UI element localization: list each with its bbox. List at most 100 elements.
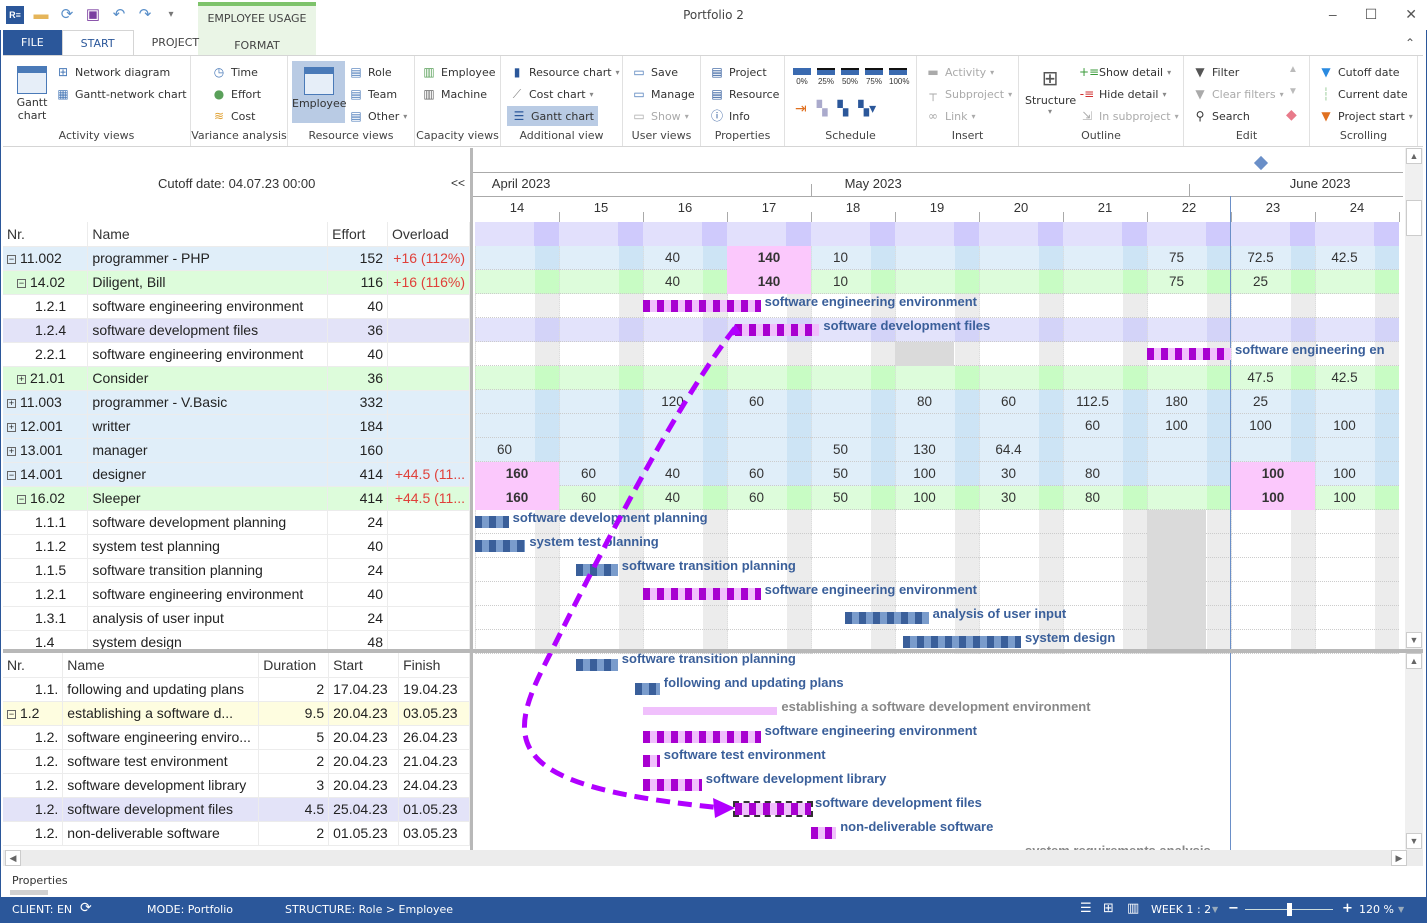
- insert-link-dropdown[interactable]: ∞ Link ▾: [925, 106, 976, 126]
- gantt-bar[interactable]: [643, 588, 761, 600]
- progress-4-button[interactable]: 100%: [889, 68, 909, 86]
- employee-view-button[interactable]: Employee: [292, 61, 346, 123]
- scroll-thumb[interactable]: [1406, 200, 1422, 236]
- manage-views-button[interactable]: ▭ Manage: [631, 84, 694, 104]
- progress-1-button[interactable]: 25%: [817, 68, 835, 86]
- role-button[interactable]: ▤ Role: [348, 62, 391, 82]
- info-button[interactable]: ⓘ Info: [709, 106, 750, 126]
- resource-row[interactable]: −14.001 designer 414 +44.5 (11...: [3, 462, 471, 487]
- resource-row[interactable]: 1.1.2 system test planning 40: [3, 534, 471, 559]
- resource-row[interactable]: −14.02 Diligent, Bill 116 +16 (116%): [3, 270, 471, 295]
- gantt-bar[interactable]: [575, 564, 618, 576]
- gantt-view-icon[interactable]: ☰: [1080, 901, 1092, 916]
- collapse-table-button[interactable]: <<: [451, 176, 465, 190]
- activity-row[interactable]: 1.1. following and updating plans 2 17.04.2…: [3, 677, 470, 702]
- scroll-up-button[interactable]: ▲: [1406, 148, 1422, 164]
- effort-button[interactable]: ● Effort: [211, 84, 261, 104]
- reschedule-options-icon[interactable]: ▚▾: [858, 100, 876, 117]
- resource-row[interactable]: 1.2.1 software engineering environment 40: [3, 582, 471, 607]
- col-nr-2[interactable]: Nr.: [3, 653, 64, 678]
- team-button[interactable]: ▤ Team: [348, 84, 397, 104]
- zoom-out-button[interactable]: −: [1228, 901, 1239, 916]
- gantt-chart-additional-button[interactable]: ☰ Gantt chart: [507, 106, 598, 126]
- collapse-ribbon-icon[interactable]: ⌃: [1405, 36, 1415, 50]
- resource-row[interactable]: −11.002 programmer - PHP 152 +16 (112%): [3, 246, 471, 271]
- time-button[interactable]: ◷ Time: [211, 62, 258, 82]
- maximize-button[interactable]: ☐: [1365, 6, 1378, 23]
- col-start[interactable]: Start: [328, 653, 400, 678]
- scroll-down-button-2[interactable]: ▼: [1406, 833, 1422, 849]
- resource-row[interactable]: 1.2.1 software engineering environment 40: [3, 294, 471, 319]
- col-duration[interactable]: Duration: [258, 653, 330, 678]
- search-button[interactable]: ⚲ Search: [1192, 106, 1250, 126]
- zoom-slider-thumb[interactable]: [1287, 903, 1292, 916]
- top-vertical-scrollbar[interactable]: ▲ ▼: [1405, 148, 1423, 650]
- structure-dropdown[interactable]: ⊞ Structure ▾: [1025, 66, 1076, 116]
- other-dropdown[interactable]: ▤ Other ▾: [348, 106, 407, 126]
- resource-row[interactable]: +21.01 Consider 36: [3, 366, 471, 391]
- activity-row[interactable]: −1.2 establishing a software d... 9.5 20.04…: [3, 701, 470, 726]
- gantt-bar[interactable]: [903, 636, 1021, 648]
- expand-icon[interactable]: +: [17, 375, 26, 384]
- project-properties-button[interactable]: ▤ Project: [709, 62, 766, 82]
- resource-row[interactable]: +11.003 programmer - V.Basic 332: [3, 390, 471, 415]
- scroll-right-button[interactable]: ▶: [1391, 850, 1407, 866]
- activity-row[interactable]: 1.2. software development library 3 20.04.2…: [3, 773, 470, 798]
- gantt-bar[interactable]: [844, 612, 929, 624]
- move-to-cutoff-icon[interactable]: ⇥: [795, 100, 807, 117]
- week-dropdown-icon[interactable]: ▼: [1212, 905, 1218, 914]
- horizontal-splitter[interactable]: [3, 649, 1423, 653]
- resource-view-icon[interactable]: ▥: [1127, 901, 1139, 916]
- in-subproject-dropdown[interactable]: ⇲ In subproject ▾: [1079, 106, 1179, 126]
- cutoff-marker[interactable]: [1253, 155, 1269, 171]
- scroll-down-button[interactable]: ▼: [1406, 632, 1422, 648]
- cutoff-date-button[interactable]: ▼ Cutoff date: [1318, 62, 1399, 82]
- activity-row[interactable]: 1.2. non-deliverable software 2 01.05.23 03.…: [3, 821, 470, 846]
- hide-detail-dropdown[interactable]: -≡ Hide detail ▾: [1079, 84, 1167, 104]
- tab-project[interactable]: PROJECT: [134, 30, 218, 55]
- gantt-bar[interactable]: [475, 516, 509, 528]
- collapse-icon[interactable]: −: [7, 471, 16, 480]
- filter-button[interactable]: ▼ Filter: [1192, 62, 1239, 82]
- gantt-chart-view-button[interactable]: Gantt chart: [11, 66, 53, 122]
- gantt-bar[interactable]: [643, 731, 761, 743]
- resource-row[interactable]: 1.2.4 software development files 36: [3, 318, 471, 343]
- resource-row[interactable]: 1.1.5 software transition planning 24: [3, 558, 471, 583]
- resource-row[interactable]: 2.2.1 software engineering environment 40: [3, 342, 471, 367]
- scroll-up-button-2[interactable]: ▲: [1406, 653, 1422, 669]
- gantt-bar[interactable]: [643, 755, 660, 767]
- show-detail-dropdown[interactable]: +≡ Show detail ▾: [1079, 62, 1171, 82]
- resource-row[interactable]: +13.001 manager 160: [3, 438, 471, 463]
- reschedule-icon[interactable]: ▚: [838, 100, 849, 117]
- close-button[interactable]: ✕: [1405, 6, 1417, 23]
- gantt-bar[interactable]: [733, 801, 813, 817]
- minimize-button[interactable]: –: [1329, 6, 1337, 23]
- resource-row[interactable]: 1.1.1 software development planning 24: [3, 510, 471, 535]
- gantt-bar[interactable]: [643, 779, 702, 791]
- scroll-up-icon[interactable]: ▲: [1288, 64, 1298, 75]
- tab-start[interactable]: START: [61, 30, 134, 55]
- clear-filters-dropdown[interactable]: ▼ Clear filters ▾: [1192, 84, 1283, 104]
- col-finish[interactable]: Finish: [398, 653, 470, 678]
- horizontal-scrollbar[interactable]: ◀ ▶: [3, 850, 1423, 866]
- expand-icon[interactable]: +: [7, 447, 16, 456]
- progress-3-button[interactable]: 75%: [865, 68, 883, 86]
- expand-icon[interactable]: +: [7, 399, 16, 408]
- col-effort[interactable]: Effort: [327, 222, 388, 247]
- insert-activity-dropdown[interactable]: ▬ Activity ▾: [925, 62, 994, 82]
- gantt-bar[interactable]: [475, 540, 526, 552]
- gantt-bar[interactable]: [735, 324, 820, 336]
- insert-subproject-dropdown[interactable]: ┬ Subproject ▾: [925, 84, 1012, 104]
- collapse-icon[interactable]: −: [17, 495, 26, 504]
- expand-icon[interactable]: +: [7, 423, 16, 432]
- resource-row[interactable]: +12.001 writter 184: [3, 414, 471, 439]
- resource-chart-dropdown[interactable]: ▮ Resource chart ▾: [509, 62, 620, 82]
- gantt-network-button[interactable]: ▦ Gantt-network chart: [55, 84, 186, 104]
- col-name[interactable]: Name: [87, 222, 329, 247]
- gantt-bar[interactable]: [634, 683, 660, 695]
- activity-row[interactable]: 1.2. software development files 4.5 25.04.2…: [3, 797, 470, 822]
- show-view-dropdown[interactable]: ▭ Show ▾: [631, 106, 688, 126]
- properties-tab[interactable]: Properties: [12, 874, 68, 887]
- network-view-icon[interactable]: ⊞: [1103, 901, 1114, 916]
- week-scale[interactable]: WEEK 1 : 2: [1151, 903, 1211, 916]
